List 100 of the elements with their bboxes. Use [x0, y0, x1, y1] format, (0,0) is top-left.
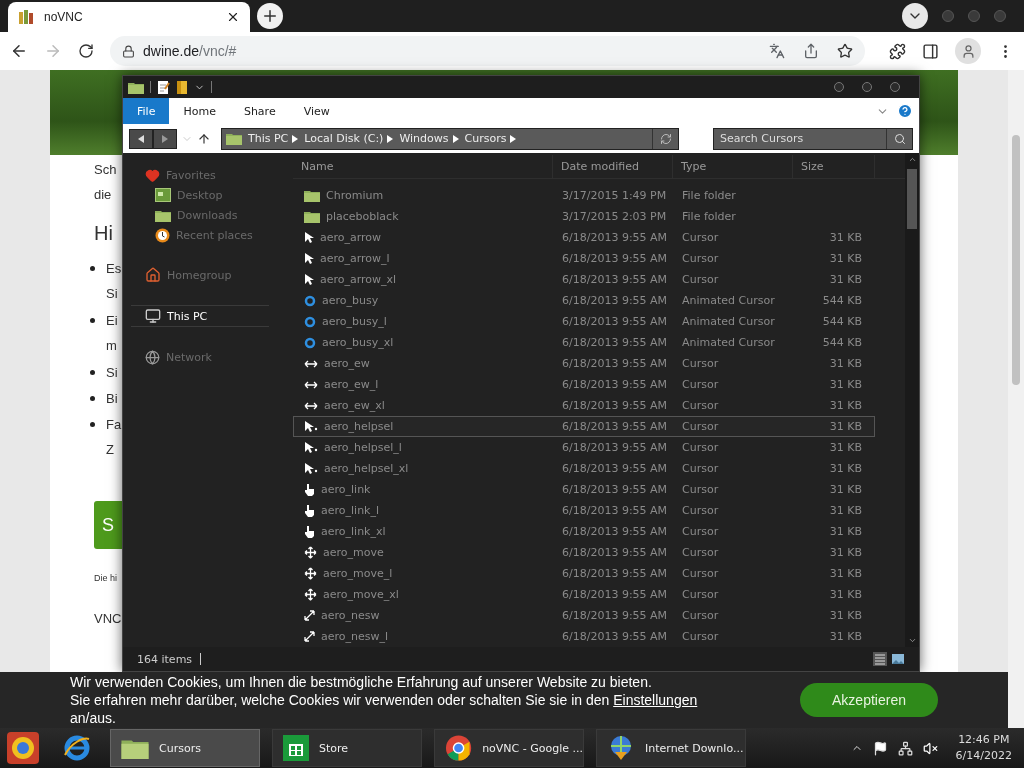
- breadcrumb-item[interactable]: This PC: [248, 132, 289, 145]
- search-field[interactable]: Search Cursors: [714, 131, 886, 146]
- browser-tab[interactable]: noVNC: [8, 2, 250, 32]
- nav-item[interactable]: Favorites: [145, 165, 291, 185]
- accept-button[interactable]: Akzeptieren: [800, 683, 938, 717]
- file-row[interactable]: aero_busy 6/18/2013 9:55 AM Animated Cursor 544 KB: [293, 290, 875, 311]
- ribbon-tab[interactable]: Share: [229, 98, 290, 124]
- ribbon-tab[interactable]: View: [289, 98, 344, 124]
- right-triangle-icon[interactable]: [452, 134, 459, 143]
- tab-search-button[interactable]: [902, 3, 928, 29]
- file-name: aero_nesw: [321, 609, 380, 622]
- translate-icon[interactable]: [769, 43, 785, 59]
- type-cell-text: Cursor: [681, 567, 720, 580]
- flag-icon[interactable]: [872, 740, 888, 756]
- column-header[interactable]: Size: [793, 155, 875, 178]
- close-icon[interactable]: [226, 10, 240, 24]
- volume-muted-icon[interactable]: [922, 740, 938, 756]
- right-triangle-icon[interactable]: [387, 134, 394, 143]
- new-tab-button[interactable]: [257, 3, 283, 29]
- file-row[interactable]: aero_link_l 6/18/2013 9:55 AM Cursor 31 KB: [293, 500, 875, 521]
- action-button[interactable]: S: [94, 501, 122, 549]
- scroll-down-icon[interactable]: [907, 636, 917, 645]
- date-cell-text: 3/17/2015 2:03 PM: [561, 210, 668, 223]
- nav-item[interactable]: Homegroup: [145, 265, 291, 285]
- file-row[interactable]: aero_arrow_l 6/18/2013 9:55 AM Cursor 31 KB: [293, 248, 875, 269]
- ribbon-tab[interactable]: File: [123, 98, 170, 124]
- file-row[interactable]: aero_ew_xl 6/18/2013 9:55 AM Cursor 31 KB: [293, 395, 875, 416]
- share-icon[interactable]: [803, 43, 819, 59]
- nav-item[interactable]: Network: [145, 347, 291, 367]
- thumbnail-view-icon[interactable]: [891, 652, 905, 666]
- back-icon[interactable]: [10, 42, 28, 60]
- taskbar-button[interactable]: Internet Downlo...: [596, 729, 746, 767]
- date-cell-text: 6/18/2013 9:55 AM: [561, 609, 669, 622]
- side-panel-icon[interactable]: [922, 42, 939, 60]
- plus-icon: [261, 7, 279, 25]
- up-icon[interactable]: [197, 131, 211, 146]
- reload-icon[interactable]: [78, 43, 94, 59]
- right-triangle-icon[interactable]: [510, 134, 517, 143]
- file-row[interactable]: aero_link_xl 6/18/2013 9:55 AM Cursor 31 KB: [293, 521, 875, 542]
- file-row[interactable]: aero_busy_l 6/18/2013 9:55 AM Animated Cursor 544 KB: [293, 311, 875, 332]
- taskbar-button[interactable]: Store: [272, 729, 422, 767]
- file-row[interactable]: aero_ew_l 6/18/2013 9:55 AM Cursor 31 KB: [293, 374, 875, 395]
- file-row[interactable]: aero_move 6/18/2013 9:55 AM Cursor 31 KB: [293, 542, 875, 563]
- file-row[interactable]: aero_helpsel_xl 6/18/2013 9:55 AM Cursor 31 KB: [293, 458, 875, 479]
- breadcrumb-item[interactable]: Cursors: [464, 132, 507, 145]
- back-button[interactable]: [129, 128, 153, 149]
- file-name: aero_move_l: [323, 567, 393, 580]
- nav-item[interactable]: Desktop: [155, 185, 291, 205]
- file-row[interactable]: Chromium 3/17/2015 1:49 PM File folder: [293, 185, 875, 206]
- file-row[interactable]: aero_ew 6/18/2013 9:55 AM Cursor 31 KB: [293, 353, 875, 374]
- scroll-up-icon[interactable]: [907, 155, 917, 164]
- column-header[interactable]: Date modified: [553, 155, 673, 178]
- file-row[interactable]: aero_nesw_l 6/18/2013 9:55 AM Cursor 31 KB: [293, 626, 875, 647]
- start-button[interactable]: [6, 731, 40, 765]
- clock[interactable]: 12:46 PM 6/14/2022: [955, 732, 1012, 764]
- file-name: aero_ew_l: [324, 378, 379, 391]
- ribbon-tab[interactable]: Home: [169, 98, 230, 124]
- browser-logo-icon[interactable]: [62, 733, 92, 763]
- breadcrumb-item[interactable]: Windows: [399, 132, 449, 145]
- nav-item[interactable]: Recent places: [155, 225, 291, 245]
- close-button[interactable]: [890, 82, 900, 92]
- search-box[interactable]: Search Cursors: [713, 127, 913, 150]
- scrollbar[interactable]: [1008, 70, 1024, 728]
- breadcrumb-item[interactable]: Local Disk (C:): [304, 132, 384, 145]
- file-row[interactable]: aero_busy_xl 6/18/2013 9:55 AM Animated Cursor 544 KB: [293, 332, 875, 353]
- scrollbar[interactable]: [905, 153, 919, 647]
- column-header[interactable]: Type: [673, 155, 793, 178]
- profile-button[interactable]: [955, 38, 981, 64]
- scrollbar-thumb[interactable]: [1012, 135, 1020, 385]
- file-row[interactable]: aero_link 6/18/2013 9:55 AM Cursor 31 KB: [293, 479, 875, 500]
- file-name: aero_helpsel_xl: [324, 462, 409, 475]
- breadcrumb-bar[interactable]: This PC Local Disk (C:) Windows Cursors: [221, 127, 679, 150]
- maximize-button[interactable]: [862, 82, 872, 92]
- extensions-icon[interactable]: [889, 42, 906, 60]
- star-icon[interactable]: [837, 43, 853, 59]
- file-row[interactable]: aero_move_l 6/18/2013 9:55 AM Cursor 31 KB: [293, 563, 875, 584]
- forward-button[interactable]: [153, 128, 177, 149]
- column-header[interactable]: Name: [293, 155, 553, 178]
- right-triangle-icon[interactable]: [292, 134, 299, 143]
- settings-link[interactable]: Einstellungen: [613, 692, 698, 708]
- file-row[interactable]: aero_nesw 6/18/2013 9:55 AM Cursor 31 KB: [293, 605, 875, 626]
- help-icon[interactable]: [897, 103, 913, 119]
- size-cell-text: 544 KB: [821, 315, 862, 328]
- file-row[interactable]: aero_helpsel 6/18/2013 9:55 AM Cursor 31 KB: [293, 416, 875, 437]
- taskbar-button[interactable]: Cursors: [110, 729, 260, 767]
- date-cell-text: 6/18/2013 9:55 AM: [561, 231, 669, 244]
- date-cell-text: 6/18/2013 9:55 AM: [561, 294, 669, 307]
- nav-item[interactable]: Downloads: [155, 205, 291, 225]
- file-row[interactable]: aero_arrow 6/18/2013 9:55 AM Cursor 31 KB: [293, 227, 875, 248]
- network-icon[interactable]: [897, 740, 913, 756]
- file-row[interactable]: placeboblack 3/17/2015 2:03 PM File folder: [293, 206, 875, 227]
- file-row[interactable]: aero_helpsel_l 6/18/2013 9:55 AM Cursor 31 KB: [293, 437, 875, 458]
- search-icon[interactable]: [893, 132, 906, 145]
- address-bar[interactable]: dwine.de/vnc/#: [110, 36, 865, 66]
- minimize-button[interactable]: [834, 82, 844, 92]
- taskbar-button[interactable]: noVNC - Google ...: [434, 729, 584, 767]
- scrollbar-thumb[interactable]: [907, 169, 917, 229]
- nav-item[interactable]: This PC: [131, 305, 269, 327]
- file-row[interactable]: aero_arrow_xl 6/18/2013 9:55 AM Cursor 31 KB: [293, 269, 875, 290]
- file-row[interactable]: aero_move_xl 6/18/2013 9:55 AM Cursor 31 KB: [293, 584, 875, 605]
